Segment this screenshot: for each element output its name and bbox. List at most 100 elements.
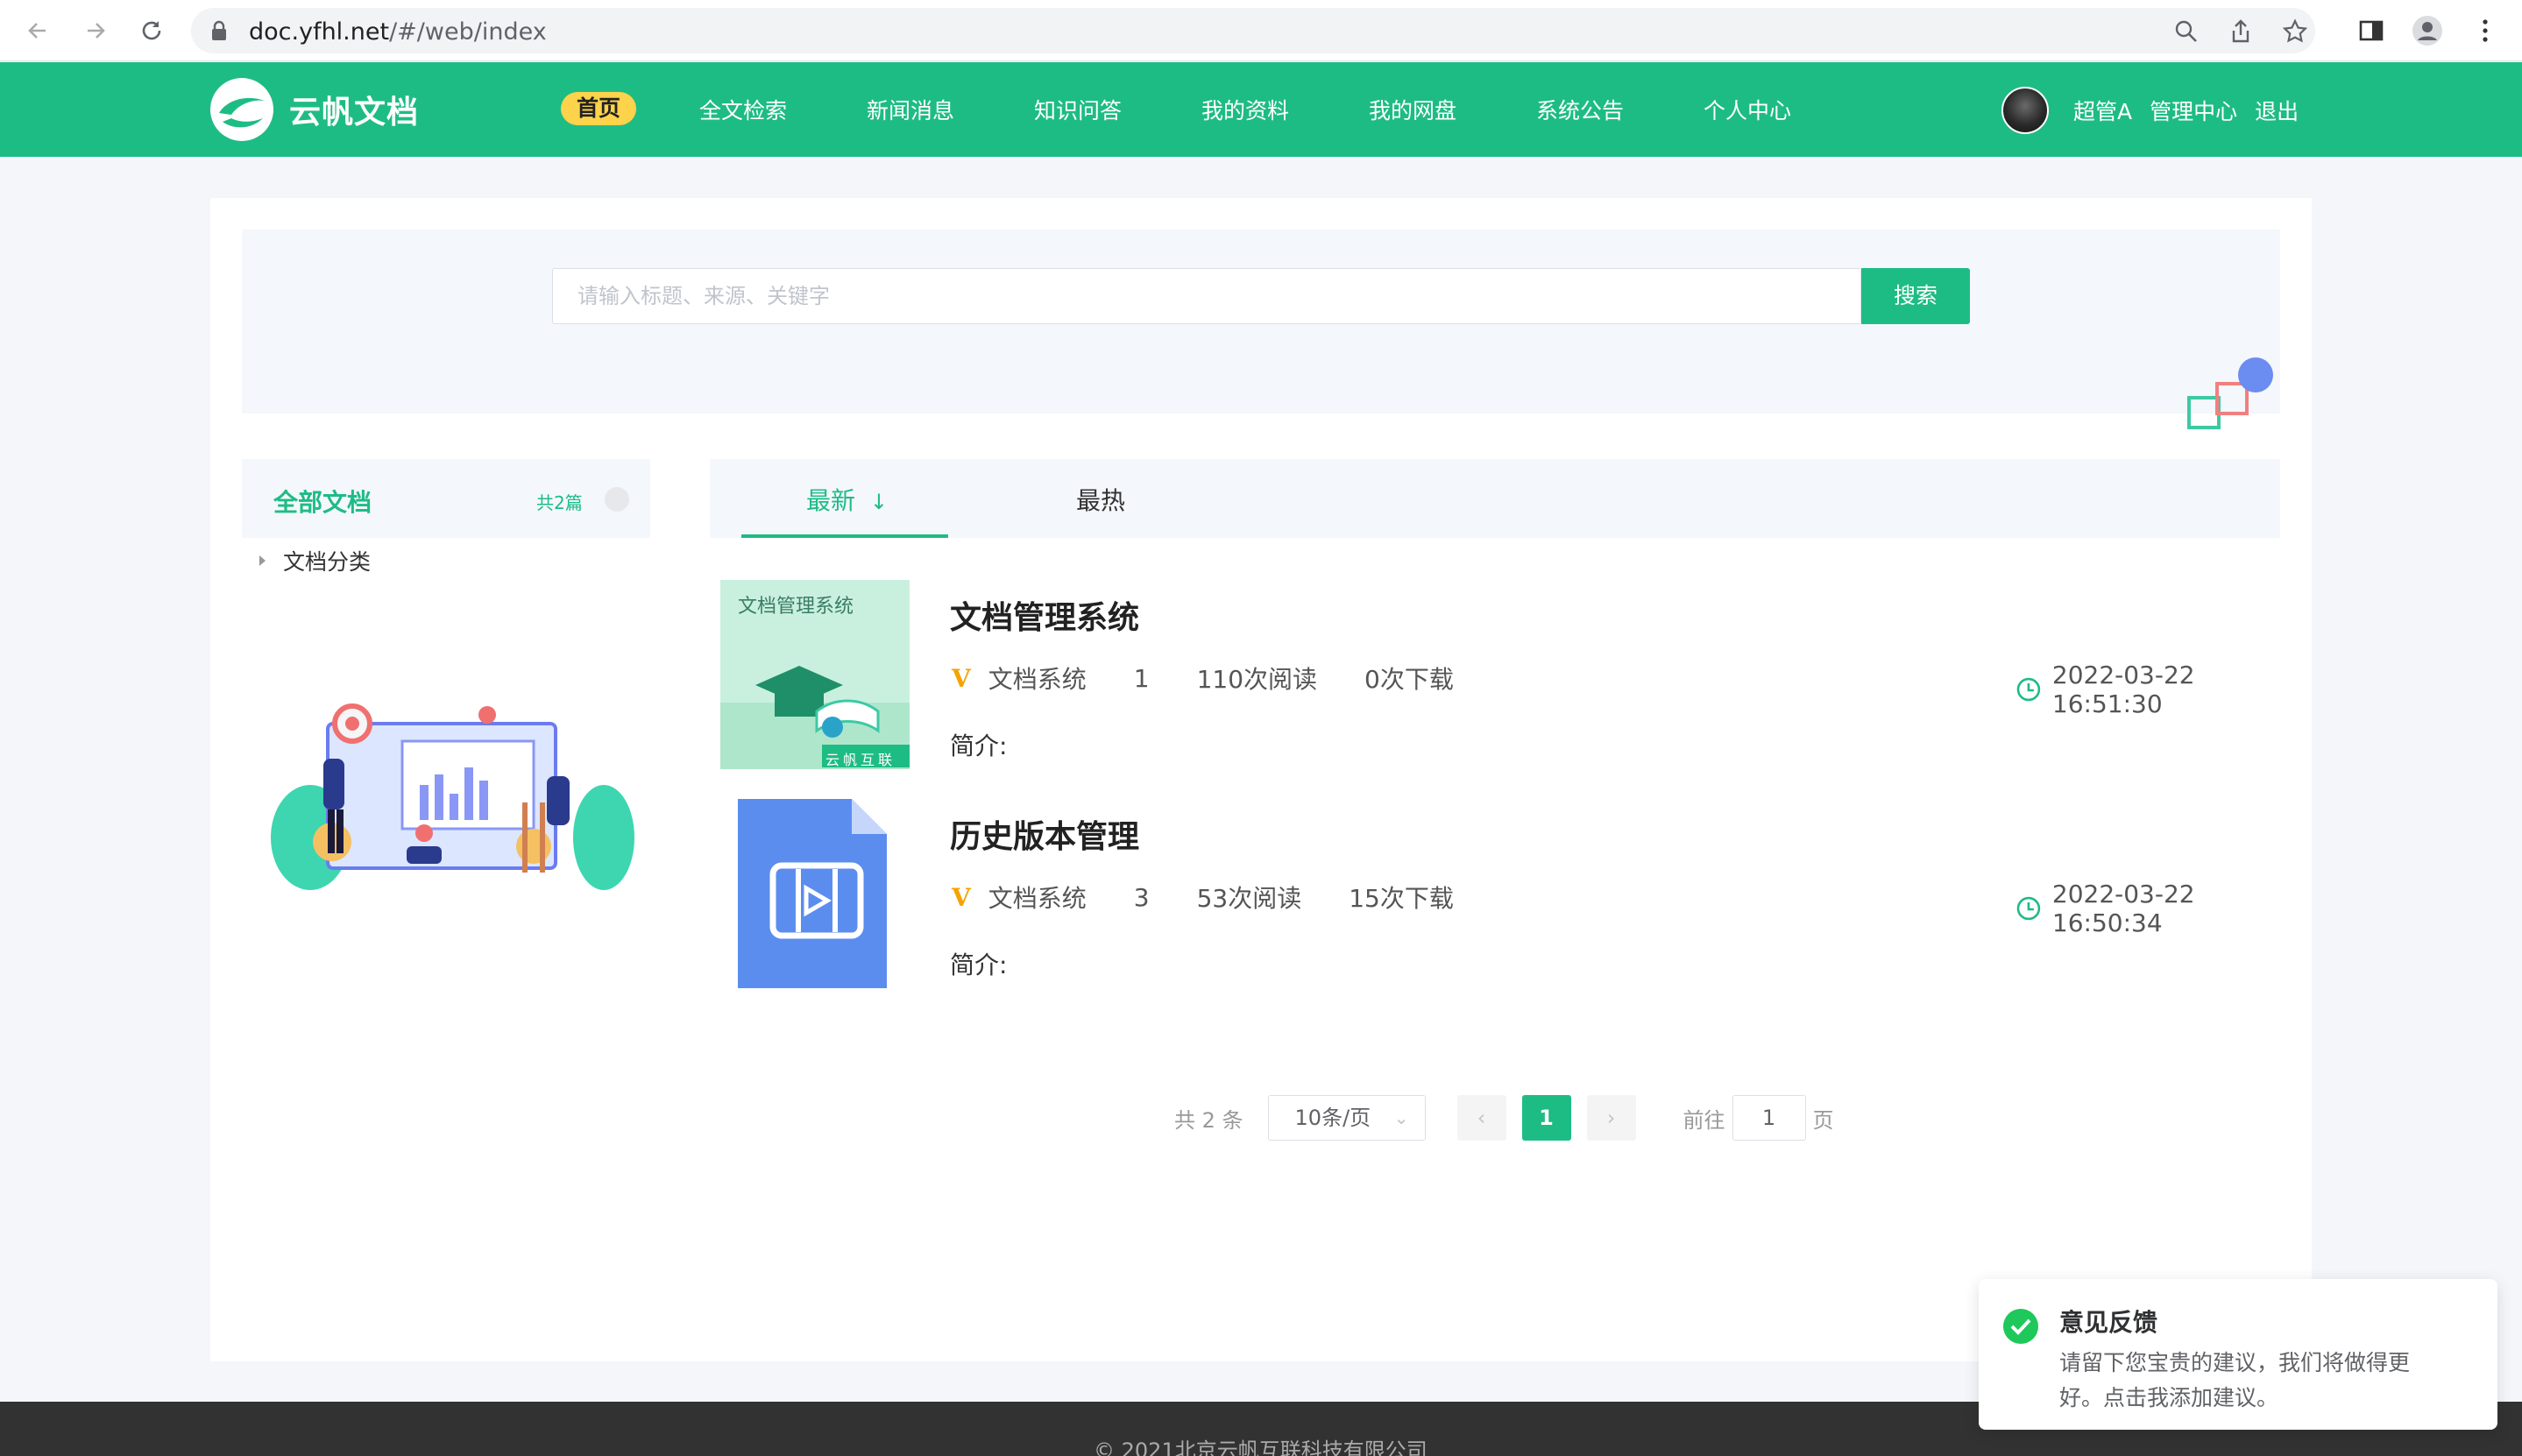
active-tab-indicator xyxy=(741,534,948,538)
illustration-image xyxy=(271,703,634,890)
url-text: doc.yfhl.net/#/web/index xyxy=(249,18,547,46)
version-mark-icon: V xyxy=(952,663,971,693)
lock-icon xyxy=(212,20,226,40)
address-bar[interactable]: doc.yfhl.net/#/web/index xyxy=(191,8,2315,53)
current-page-button[interactable]: 1 xyxy=(1521,1095,1571,1141)
clock-icon xyxy=(2016,677,2041,702)
category-tree-node[interactable]: 文档分类 xyxy=(259,545,371,576)
url-host: doc.yfhl.net xyxy=(249,18,390,46)
document-title[interactable]: 历史版本管理 xyxy=(950,811,1139,857)
document-count: 共2篇 xyxy=(536,492,583,513)
site-logo[interactable]: 云帆文档 xyxy=(207,74,419,145)
thumbnail-badge: 云帆互联 xyxy=(825,752,896,768)
copyright-text: © 2021北京云帆互联科技有限公司 xyxy=(1094,1438,1427,1456)
menu-qa[interactable]: 知识问答 xyxy=(1034,95,1122,128)
goto-label: 前往 xyxy=(1683,1107,1725,1133)
site-header: 云帆文档 首页 全文检索 新闻消息 知识问答 我的资料 我的网盘 系统公告 个人… xyxy=(0,62,2522,157)
browser-menu-button[interactable] xyxy=(2469,15,2501,46)
logout-link[interactable]: 退出 xyxy=(2255,95,2299,126)
sidepanel-button[interactable] xyxy=(2356,15,2387,46)
chevron-down-icon: ⌄ xyxy=(1393,1107,1409,1128)
next-page-button[interactable]: › xyxy=(1586,1095,1636,1141)
logo-text: 云帆文档 xyxy=(289,95,420,131)
arrow-right-icon xyxy=(88,23,105,39)
pagination-total: 共 2 条 xyxy=(1174,1107,1243,1133)
document-downloads: 0次下载 xyxy=(1364,665,1454,694)
menu-fulltext-search[interactable]: 全文检索 xyxy=(699,95,787,128)
browser-toolbar: doc.yfhl.net/#/web/index xyxy=(0,0,2522,61)
check-circle-icon xyxy=(2003,1309,2038,1344)
profile-button[interactable] xyxy=(2412,15,2443,46)
pagination: 共 2 条 10条/页 ⌄ ‹ 1 › 前往 1 页 xyxy=(1174,1095,1834,1141)
menu-my-materials[interactable]: 我的资料 xyxy=(1201,95,1289,128)
kebab-menu-icon xyxy=(2483,19,2488,42)
thumbnail-caption: 文档管理系统 xyxy=(738,596,854,618)
search-button[interactable]: 搜索 xyxy=(1861,268,1970,324)
document-category[interactable]: 文档系统 xyxy=(988,661,1087,696)
document-date-text: 2022-03-22 16:51:30 xyxy=(2051,661,2195,718)
menu-news[interactable]: 新闻消息 xyxy=(867,95,954,128)
document-category[interactable]: 文档系统 xyxy=(988,880,1087,915)
document-version: 1 xyxy=(1133,663,1150,693)
tab-newest-label: 最新 xyxy=(806,486,856,515)
url-path: /#/web/index xyxy=(389,18,547,46)
logo-icon xyxy=(210,78,273,141)
document-downloads: 15次下载 xyxy=(1349,884,1454,913)
document-version: 3 xyxy=(1133,882,1150,912)
profile-icon xyxy=(2412,16,2442,46)
category-header: 全部文档 共2篇 xyxy=(242,459,650,538)
forward-button[interactable] xyxy=(77,12,114,49)
back-button[interactable] xyxy=(19,12,56,49)
zoom-icon[interactable] xyxy=(2173,18,2200,45)
feedback-title: 意见反馈 xyxy=(2059,1308,2158,1337)
video-file-icon[interactable] xyxy=(719,799,908,988)
document-date-text: 2022-03-22 16:50:34 xyxy=(2051,880,2195,937)
decorative-squares-icon xyxy=(2187,357,2273,429)
search-input[interactable]: 请输入标题、来源、关键字 xyxy=(552,268,1861,324)
user-area: 超管A 管理中心 退出 xyxy=(2001,87,2316,134)
menu-announcements[interactable]: 系统公告 xyxy=(1536,95,1624,128)
document-title[interactable]: 文档管理系统 xyxy=(950,592,1139,638)
arrow-left-icon xyxy=(28,23,46,39)
document-intro: 简介: xyxy=(950,732,1008,760)
document-reads: 53次阅读 xyxy=(1196,884,1302,913)
reload-icon xyxy=(142,21,161,40)
avatar[interactable] xyxy=(2001,87,2049,134)
main-content: 请输入标题、来源、关键字 搜索 全部文档 共2篇 文档分类 最新 ↓ 最热 文档… xyxy=(210,198,2312,1361)
search-panel: 请输入标题、来源、关键字 搜索 xyxy=(242,230,2280,413)
reload-button[interactable] xyxy=(133,12,170,49)
page-size-select[interactable]: 10条/页 ⌄ xyxy=(1267,1095,1426,1141)
share-icon[interactable] xyxy=(2228,18,2254,45)
star-icon[interactable] xyxy=(2282,18,2308,45)
document-meta: V 文档系统 3 53次阅读 15次下载 xyxy=(952,880,1501,915)
page-size-value: 10条/页 xyxy=(1294,1106,1371,1130)
feedback-body: 请留下您宝贵的建议，我们将做得更好。点击我添加建议。 xyxy=(2059,1350,2411,1410)
page-unit-label: 页 xyxy=(1812,1107,1834,1133)
chevron-left-icon: ‹ xyxy=(1477,1106,1486,1130)
version-mark-icon: V xyxy=(952,882,971,912)
goto-page-input[interactable]: 1 xyxy=(1732,1095,1806,1141)
category-toggle[interactable] xyxy=(605,487,629,512)
all-documents-title[interactable]: 全部文档 xyxy=(273,484,372,519)
menu-home[interactable]: 首页 xyxy=(561,92,637,125)
document-reads: 110次阅读 xyxy=(1196,665,1318,694)
prev-page-button[interactable]: ‹ xyxy=(1456,1095,1506,1141)
caret-right-icon xyxy=(259,555,266,566)
sort-tabs: 最新 ↓ 最热 xyxy=(710,459,2280,538)
sidepanel-icon xyxy=(2359,20,2384,41)
tab-newest[interactable]: 最新 ↓ xyxy=(806,482,888,517)
menu-my-drive[interactable]: 我的网盘 xyxy=(1369,95,1456,128)
category-node-label: 文档分类 xyxy=(283,549,372,575)
menu-personal-center[interactable]: 个人中心 xyxy=(1704,95,1791,128)
clock-icon xyxy=(2016,896,2041,921)
admin-center-link[interactable]: 管理中心 xyxy=(2150,95,2237,126)
user-name[interactable]: 超管A xyxy=(2073,95,2132,126)
feedback-notification[interactable]: 意见反馈 请留下您宝贵的建议，我们将做得更好。点击我添加建议。 xyxy=(1979,1279,2497,1430)
chevron-right-icon: › xyxy=(1606,1106,1616,1130)
arrow-down-icon: ↓ xyxy=(869,490,889,514)
document-date: 2022-03-22 16:51:30 xyxy=(2015,661,2312,718)
document-date: 2022-03-22 16:50:34 xyxy=(2015,880,2312,937)
document-intro: 简介: xyxy=(950,951,1008,979)
document-meta: V 文档系统 1 110次阅读 0次下载 xyxy=(952,661,1501,696)
tab-hottest[interactable]: 最热 xyxy=(1076,482,1125,517)
